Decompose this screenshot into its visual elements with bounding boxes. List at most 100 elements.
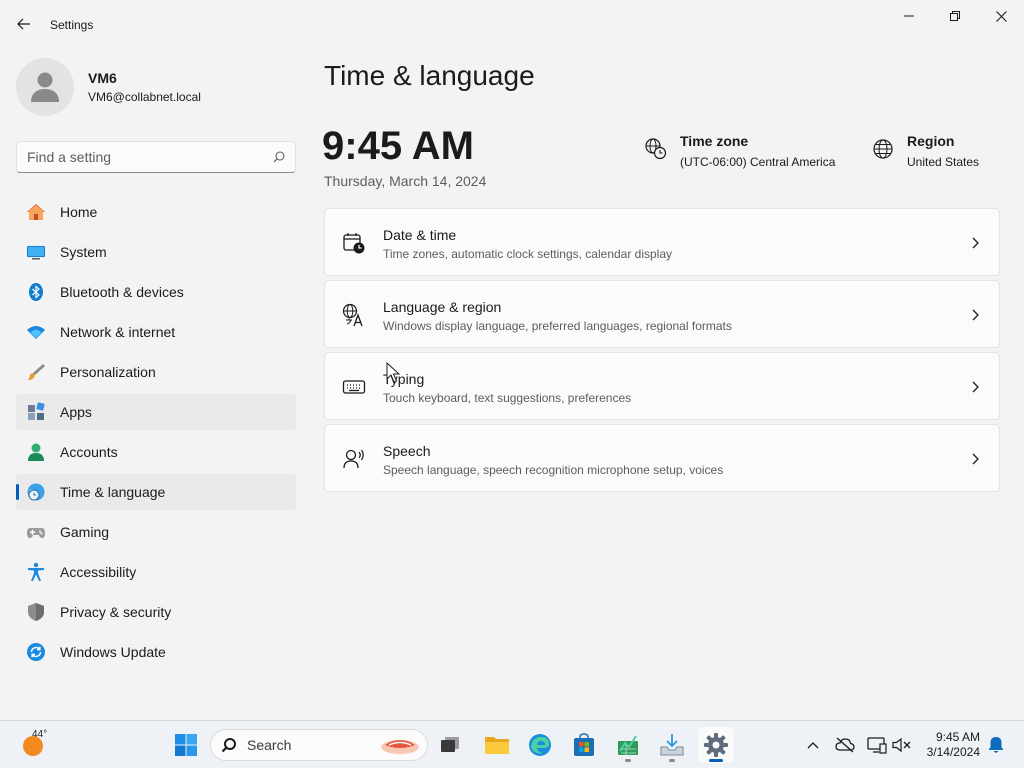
time-zone-info: Time zone (UTC-06:00) Central America (644, 133, 835, 169)
volume-muted-icon (892, 737, 911, 753)
close-button[interactable] (978, 0, 1024, 32)
taskbar-edge[interactable] (522, 727, 558, 763)
sidebar-item-label: Bluetooth & devices (60, 284, 184, 300)
bell-icon (988, 737, 1004, 753)
user-account-card[interactable]: VM6 VM6@collabnet.local (16, 58, 201, 116)
arrow-left-icon (17, 18, 30, 30)
sidebar-item-label: Time & language (60, 484, 166, 500)
sidebar-item-system[interactable]: System (16, 234, 296, 270)
region-value: United States (907, 155, 980, 169)
notifications-button[interactable] (986, 733, 1006, 757)
weather-temperature: 44° (32, 729, 48, 740)
calendar-clock-icon (343, 233, 365, 254)
home-icon (26, 202, 46, 222)
start-button[interactable] (170, 729, 202, 761)
current-time: 9:45 AM (322, 124, 474, 168)
current-date: Thursday, March 14, 2024 (324, 173, 487, 189)
time-language-icon (26, 482, 46, 502)
card-speech[interactable]: Speech Speech language, speech recogniti… (324, 424, 1000, 492)
avatar (16, 58, 74, 116)
sidebar-item-privacy[interactable]: Privacy & security (16, 594, 296, 630)
sidebar-item-bluetooth[interactable]: Bluetooth & devices (16, 274, 296, 310)
title-bar: Settings (0, 0, 1024, 48)
sidebar-item-personalization[interactable]: Personalization (16, 354, 296, 390)
cloud-off-icon (835, 737, 855, 753)
wifi-icon (26, 322, 46, 342)
system-icon (26, 242, 46, 262)
region-label: Region (907, 133, 955, 149)
sidebar-item-windows-update[interactable]: Windows Update (16, 634, 296, 670)
minimize-button[interactable] (886, 0, 932, 32)
gear-icon (704, 733, 728, 757)
window-controls (886, 0, 1024, 32)
search-input[interactable] (27, 149, 273, 165)
sidebar-item-label: System (60, 244, 107, 260)
task-view-icon (441, 737, 459, 752)
region-info: Region United States (871, 133, 979, 169)
download-tray-icon (660, 734, 684, 756)
card-date-time[interactable]: Date & time Time zones, automatic clock … (324, 208, 1000, 276)
taskbar-settings[interactable] (698, 727, 734, 763)
card-typing[interactable]: Typing Touch keyboard, text suggestions,… (324, 352, 1000, 420)
tray-network-button[interactable] (867, 733, 887, 757)
user-info: VM6 VM6@collabnet.local (88, 70, 201, 104)
speech-icon (343, 449, 364, 469)
keyboard-icon (342, 380, 366, 394)
chevron-right-icon (972, 237, 979, 249)
taskbar-store[interactable] (566, 727, 602, 763)
chevron-up-icon (807, 742, 819, 749)
search-icon[interactable] (273, 151, 285, 163)
taskbar-search[interactable]: Search (210, 729, 428, 761)
chevron-right-icon (972, 309, 979, 321)
tray-date: 3/14/2024 (926, 745, 980, 759)
search-box[interactable] (16, 141, 296, 173)
time-zone-value: (UTC-06:00) Central America (680, 155, 836, 169)
tray-cloud-button[interactable] (835, 733, 855, 757)
tray-clock[interactable]: 9:45 AM 3/14/2024 (927, 730, 980, 760)
card-title: Date & time (383, 227, 457, 243)
chevron-right-icon (972, 381, 979, 393)
user-icon (31, 72, 59, 102)
app-title: Settings (50, 18, 94, 32)
settings-cards: Date & time Time zones, automatic clock … (324, 208, 1000, 496)
accessibility-icon (26, 562, 46, 582)
taskbar-file-explorer[interactable] (479, 727, 515, 763)
sidebar-item-label: Gaming (60, 524, 110, 540)
back-button[interactable] (8, 10, 40, 38)
sidebar-item-label: Privacy & security (60, 604, 172, 620)
taskbar: 44° Search 9:45 AM 3/14/2024 (0, 720, 1024, 768)
windows-logo-icon (175, 734, 197, 756)
sidebar-item-label: Network & internet (60, 324, 176, 340)
accounts-icon (26, 442, 46, 462)
taskbar-app-download[interactable] (654, 727, 690, 763)
sidebar-item-home[interactable]: Home (16, 194, 296, 230)
globe-icon (873, 139, 893, 159)
user-name: VM6 (88, 70, 117, 86)
sidebar-item-label: Accounts (60, 444, 118, 460)
restore-icon (950, 11, 960, 21)
sidebar-item-accessibility[interactable]: Accessibility (16, 554, 296, 590)
sidebar-item-label: Windows Update (60, 644, 166, 660)
card-language-region[interactable]: Language & region Windows display langua… (324, 280, 1000, 348)
sidebar-item-network[interactable]: Network & internet (16, 314, 296, 350)
card-description: Time zones, automatic clock settings, ca… (383, 247, 673, 261)
card-description: Touch keyboard, text suggestions, prefer… (383, 391, 632, 405)
restore-button[interactable] (932, 0, 978, 32)
sidebar-item-label: Home (60, 204, 98, 220)
minimize-icon (904, 15, 914, 17)
network-monitor-icon (867, 737, 887, 754)
taskbar-app-chart[interactable] (610, 727, 646, 763)
tray-overflow-button[interactable] (803, 733, 823, 757)
user-email: VM6@collabnet.local (88, 90, 201, 104)
sidebar-item-time-language[interactable]: Time & language (16, 474, 296, 510)
sidebar-item-apps[interactable]: Apps (16, 394, 296, 430)
sidebar-item-accounts[interactable]: Accounts (16, 434, 296, 470)
card-title: Typing (383, 371, 425, 387)
sidebar-item-gaming[interactable]: Gaming (16, 514, 296, 550)
tray-volume-button[interactable] (892, 733, 912, 757)
shield-icon (26, 602, 46, 622)
taskbar-task-view[interactable] (432, 727, 468, 763)
bluetooth-icon (26, 282, 46, 302)
sidebar-item-label: Accessibility (60, 564, 137, 580)
language-icon (342, 303, 363, 327)
